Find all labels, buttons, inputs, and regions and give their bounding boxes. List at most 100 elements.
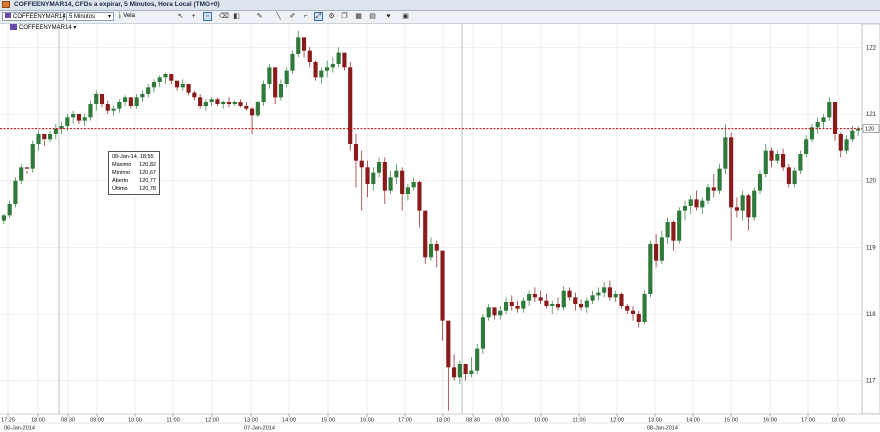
candle-body [330,64,335,68]
candle-body [775,154,780,161]
candle-body [821,117,826,122]
candle-body [371,172,376,184]
y-tick-label: 119 [866,245,876,251]
x-tick-label: 18:00 [436,418,450,424]
x-tick-label: 11:00 [572,418,585,424]
chart-legend[interactable]: COFFEENYMAR14 ▾ [10,24,76,32]
candle-body [99,94,105,104]
candle-body [146,87,151,94]
candle-body [313,62,318,78]
candle-body [134,97,139,106]
box-zoom-icon[interactable]: ▫ [203,12,212,21]
x-tick-label: 16:00 [360,418,374,424]
candle-body [157,77,162,82]
x-date-label: 06-Jan-2014 [4,426,35,432]
candle-body [47,134,53,140]
draw-tools-icon[interactable]: ✎ [255,12,264,21]
candle-body [88,104,93,118]
candle-body [469,370,474,374]
candle-body [746,195,751,218]
current-price-label: 120 [865,127,874,133]
candle-body [411,182,416,188]
candle-body [232,102,237,104]
candle-body [815,122,820,128]
chart-type-select[interactable]: ╽ Vela [118,12,168,21]
interval-select-value: 5 Minutos [69,14,96,20]
x-tick-label: 16:00 [763,418,777,424]
print-icon[interactable]: ▤ [368,12,377,21]
candle-body [590,295,595,301]
candle-body [527,294,532,301]
x-tick-label: 08:30 [466,418,480,424]
candle-body [151,82,157,88]
candle-body [428,244,434,258]
settings-icon[interactable]: ⚙ [327,12,336,21]
candle-body [671,222,676,241]
candle-body [267,67,272,84]
candle-body [555,304,561,308]
candle-body [209,99,214,102]
x-tick-label: 11:00 [166,418,179,424]
layout-icon[interactable]: ▦ [354,12,363,21]
candle-body [76,114,81,121]
candle-body [538,297,543,301]
x-date-label: 08-Jan-2014 [647,426,678,432]
candle-body [123,97,128,102]
candle-body [180,84,185,88]
candle-body [544,300,549,306]
candle-body [382,162,387,191]
candle-body [290,54,295,71]
app-icon [2,1,10,8]
candle-body [723,137,728,169]
x-tick-label: 17:25 [1,418,15,424]
candle-body [532,294,537,298]
candle-body [163,74,168,78]
candle-body [319,70,324,78]
y-axis: 122 121 120 119 118 117 120 [861,23,880,415]
candle-body [740,195,745,211]
x-date-label: 07-Jan-2014 [244,426,275,432]
candle-body [1,215,6,221]
candle-body [682,206,688,211]
candle-body [405,187,410,194]
candle-body [498,310,503,316]
candle-body [221,102,226,104]
candle-body [729,137,734,208]
text-tool-icon[interactable]: ⌐ [301,12,310,21]
x-tick-label: 18:00 [831,418,845,424]
candle-body [111,108,116,111]
candle-body [452,367,457,378]
eraser-icon[interactable]: ⌫ [218,12,229,21]
candle-body [480,317,486,349]
symbol-select[interactable]: COFFEENYMAR14 [2,12,66,21]
candle-body [301,37,307,51]
candle-body [71,114,76,118]
window-icon[interactable]: ▣ [401,12,410,21]
candle-body [792,170,797,184]
candle-body [255,102,260,116]
crosshair-icon[interactable]: + [189,12,198,21]
candle-body [376,162,382,173]
candle-body [342,52,347,68]
candle-body [850,130,855,140]
x-tick-label: 10:00 [128,418,142,424]
line-draw-icon[interactable]: ╲ [274,12,283,21]
candle-body [353,144,359,161]
pencil-icon[interactable]: ✐ [288,12,297,21]
copy-icon[interactable]: ❐ [340,12,349,21]
candle-body [463,364,468,374]
candle-body [198,97,203,106]
candle-body [244,106,249,109]
candle-body [13,180,18,204]
symbol-swatch-icon [10,24,17,31]
tooltip-row-open: Aberto 120,77 [112,177,156,185]
x-tick-label: 09:00 [495,418,509,424]
interval-select[interactable]: 5 Minutos ▾ [66,12,114,21]
candle-body [607,287,613,298]
cursor-icon[interactable]: ↖ [176,12,185,21]
tooltip-label: Aberto [112,178,129,184]
expand-icon[interactable]: ⤢ [314,12,323,21]
color-picker-icon[interactable]: ◧ [232,12,241,21]
heart-icon[interactable]: ♥ [384,12,393,21]
candlestick-chart[interactable]: 122 121 120 119 118 117 120 17:25 18:00 08:30 09:… [0,0,880,432]
